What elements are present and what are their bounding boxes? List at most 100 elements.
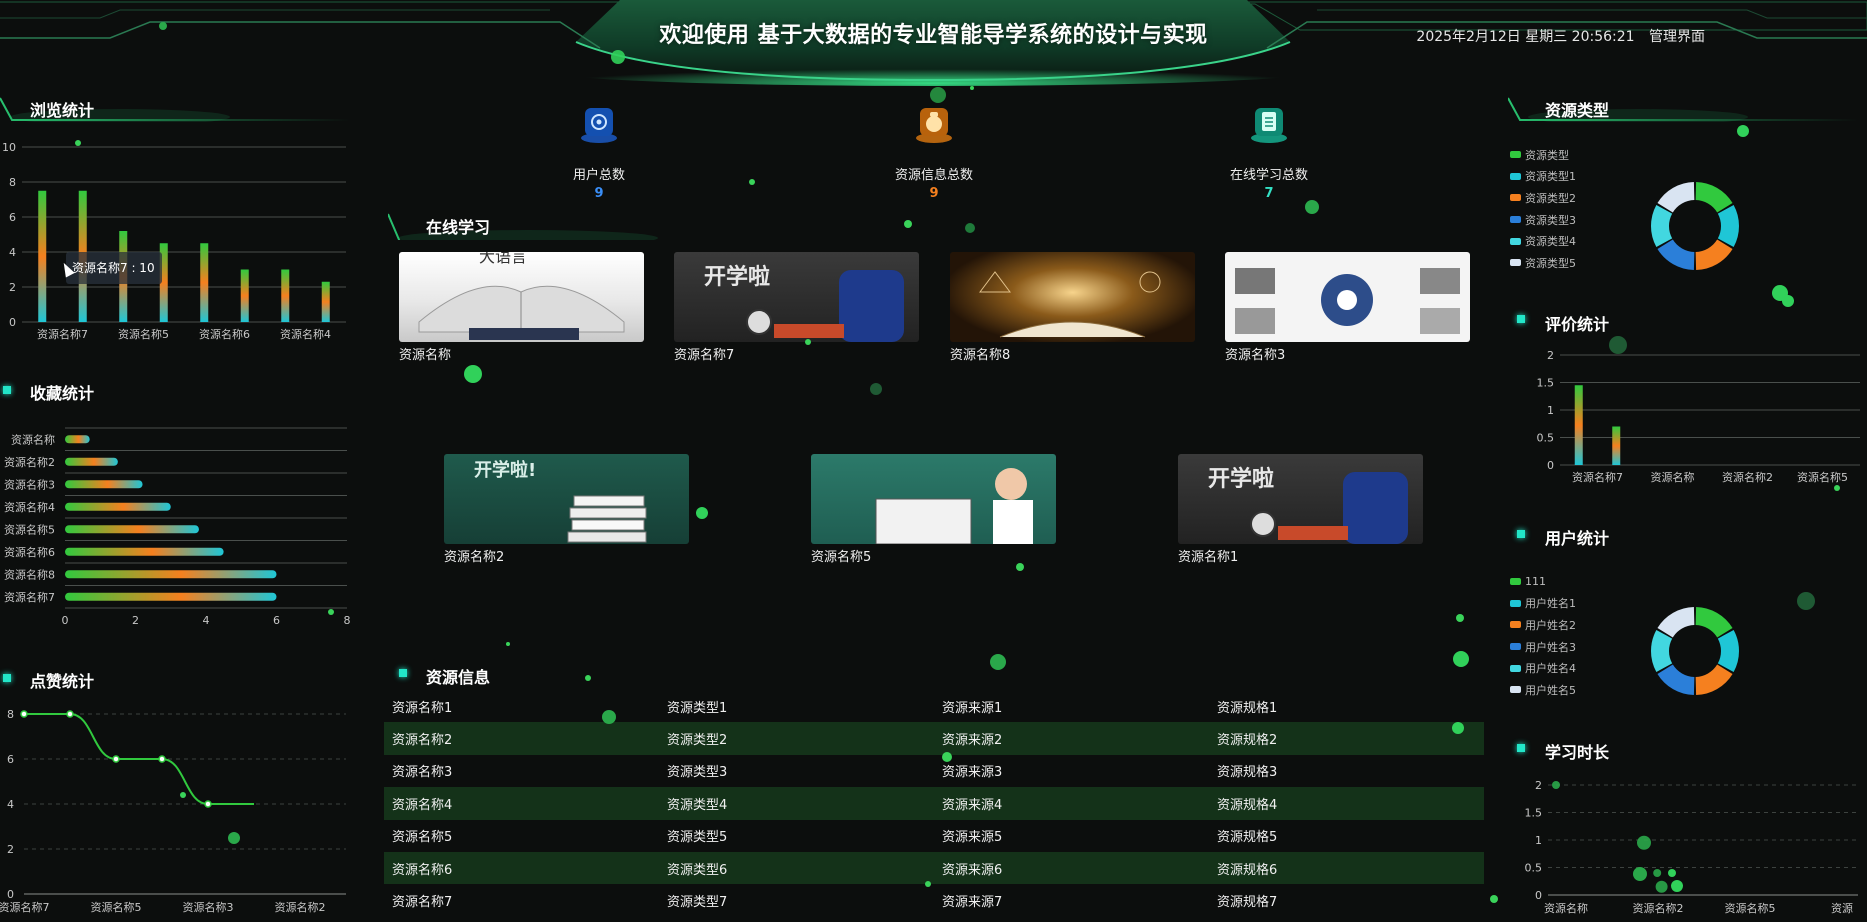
pie-slice xyxy=(1651,629,1673,673)
course-name: 资源名称7 xyxy=(674,348,735,363)
y-tick-label: 2 xyxy=(9,281,16,294)
datetime-value: 2025年2月12日 星期三 20:56:21 xyxy=(1416,29,1635,45)
legend-item[interactable]: 资源类型1 xyxy=(1510,166,1576,188)
course-card[interactable]: 开学啦 资源名称1 xyxy=(1178,454,1423,565)
resource-spec-cell: 资源规格3 xyxy=(1217,765,1278,781)
legend-item[interactable]: 资源类型4 xyxy=(1510,230,1576,252)
study-time-chart-svg: 0 0.5 1 1.5 2 资源名称 资源名称2 资源名称5 资源 xyxy=(1525,779,1858,915)
legend-label: 用户姓名1 xyxy=(1525,597,1576,611)
y-tick-label: 资源名称5 xyxy=(4,522,55,536)
legend-item[interactable]: 用户姓名2 xyxy=(1510,614,1576,636)
rating-chart-svg: 0 0.5 1 1.5 2 资源名称7 资源名称 资源名称2 资源名称5 xyxy=(1537,349,1860,484)
bar xyxy=(65,457,118,466)
resource-source-cell: 资源来源4 xyxy=(942,797,1003,813)
study-time-chart: 0 0.5 1 1.5 2 资源名称 资源名称2 资源名称5 资源 xyxy=(1520,775,1867,922)
course-thumbnail[interactable] xyxy=(811,454,1056,544)
resource-source-cell: 资源来源7 xyxy=(942,895,1003,911)
legend-item[interactable]: 用户姓名1 xyxy=(1510,593,1576,615)
y-tick-label: 资源名称6 xyxy=(4,545,55,559)
resource-type-legend: 资源类型 资源类型1 资源类型2 资源类型3 资源类型4 资源类型5 xyxy=(1510,144,1576,274)
bar xyxy=(65,525,199,534)
bar xyxy=(65,547,224,556)
legend-item[interactable]: 资源类型2 xyxy=(1510,187,1576,209)
pie-slice xyxy=(1695,182,1733,213)
browse-stats-title: 浏览统计 xyxy=(30,101,95,120)
bar xyxy=(38,190,47,322)
course-thumbnail[interactable]: 大语言 xyxy=(399,252,644,342)
stat-resources: 资源信息总数 9 xyxy=(834,100,1034,201)
y-tick-label: 2 xyxy=(7,843,14,856)
course-card[interactable]: 资源名称3 xyxy=(1225,252,1470,363)
pie-slice xyxy=(1657,607,1695,638)
course-card[interactable]: 大语言 资源名称 xyxy=(399,252,644,363)
stat-online-value: 7 xyxy=(1264,186,1274,201)
pie-slice xyxy=(1657,239,1695,270)
course-thumbnail[interactable] xyxy=(1225,252,1470,342)
table-row[interactable]: 资源名称6 资源类型6 资源来源6 资源规格6 xyxy=(384,851,1484,885)
legend-item[interactable]: 用户姓名5 xyxy=(1510,679,1576,701)
user-donut xyxy=(1620,598,1780,708)
resource-name-cell: 资源名称3 xyxy=(392,765,453,781)
pie-slice xyxy=(1695,239,1733,270)
x-tick-label: 0 xyxy=(62,614,69,627)
x-tick-label: 资源名称2 xyxy=(275,900,326,914)
admin-link[interactable]: 管理界面 xyxy=(1649,29,1705,45)
y-tick-label: 2 xyxy=(1535,779,1542,792)
course-thumbnail[interactable]: 开学啦! xyxy=(444,454,689,544)
legend-item[interactable]: 资源类型 xyxy=(1510,144,1576,166)
course-card[interactable]: 资源名称8 xyxy=(950,252,1195,363)
resource-type-title: 资源类型 xyxy=(1545,101,1610,120)
legend-item[interactable]: 用户姓名3 xyxy=(1510,636,1576,658)
course-name: 资源名称8 xyxy=(950,348,1011,363)
legend-label: 资源类型5 xyxy=(1525,256,1576,270)
resource-spec-cell: 资源规格4 xyxy=(1217,797,1278,813)
table-row[interactable]: 资源名称4 资源类型4 资源来源4 资源规格4 xyxy=(384,787,1484,820)
table-row[interactable]: 资源名称7 资源类型7 资源来源7 资源规格7 xyxy=(384,884,1484,916)
like-chart: 0 2 4 6 8 资源名称7 资源名称5 资源名称3 资源名称2 xyxy=(0,700,360,922)
course-card[interactable]: 开学啦 资源名称7 xyxy=(674,252,919,363)
course-thumbnail[interactable]: 开学啦 xyxy=(1178,454,1423,544)
course-card[interactable]: 资源名称5 xyxy=(811,454,1056,565)
y-tick-label: 0.5 xyxy=(1537,432,1555,445)
legend-item[interactable]: 资源类型5 xyxy=(1510,252,1576,274)
data-point xyxy=(112,755,120,763)
legend-swatch xyxy=(1510,151,1521,159)
y-tick-label: 资源名称7 xyxy=(4,590,55,604)
pie-slice xyxy=(1695,607,1733,638)
table-row[interactable]: 资源名称5 资源类型5 资源来源5 资源规格5 xyxy=(384,820,1484,852)
bar xyxy=(200,243,209,322)
user-stats-title: 用户统计 xyxy=(1545,529,1610,548)
y-tick-label: 0 xyxy=(9,316,16,329)
resource-type-cell: 资源类型5 xyxy=(667,830,728,846)
bar xyxy=(65,592,277,601)
legend-item[interactable]: 用户姓名4 xyxy=(1510,657,1576,679)
stat-users: 用户总数 9 xyxy=(499,100,699,201)
legend-item[interactable]: 111 xyxy=(1510,571,1576,593)
bar xyxy=(65,480,143,489)
y-tick-label: 资源名称 xyxy=(11,432,55,446)
table-row[interactable]: 资源名称1 资源类型1 资源来源1 资源规格1 xyxy=(384,690,1484,722)
table-row[interactable]: 资源名称2 资源类型2 资源来源2 资源规格2 xyxy=(384,722,1484,755)
money-bag-icon xyxy=(912,100,956,144)
resource-info-title: 资源信息 xyxy=(426,668,491,687)
x-tick-label: 资源名称4 xyxy=(280,327,331,341)
pie-slice xyxy=(1657,664,1695,695)
clipboard-icon xyxy=(1247,100,1291,144)
resource-type-cell: 资源类型2 xyxy=(667,733,728,749)
course-thumbnail[interactable]: 开学啦 xyxy=(674,252,919,342)
course-card[interactable]: 开学啦! 资源名称2 xyxy=(444,454,689,565)
x-tick-label: 资源名称7 xyxy=(37,327,88,341)
bar xyxy=(1574,385,1583,465)
legend-item[interactable]: 资源类型3 xyxy=(1510,209,1576,231)
y-tick-label: 资源名称3 xyxy=(4,477,55,491)
resource-type-donut-svg xyxy=(1651,182,1739,270)
resource-type-cell: 资源类型4 xyxy=(667,797,728,813)
user-title-marker xyxy=(1517,530,1525,538)
y-tick-label: 1.5 xyxy=(1537,377,1555,390)
resource-source-cell: 资源来源1 xyxy=(942,700,1003,716)
course-thumbnail[interactable] xyxy=(950,252,1195,342)
svg-text:大语言: 大语言 xyxy=(479,252,527,266)
legend-swatch xyxy=(1510,621,1521,629)
x-tick-label: 资源 xyxy=(1831,901,1853,915)
table-row[interactable]: 资源名称3 资源类型3 资源来源3 资源规格3 xyxy=(384,755,1484,787)
